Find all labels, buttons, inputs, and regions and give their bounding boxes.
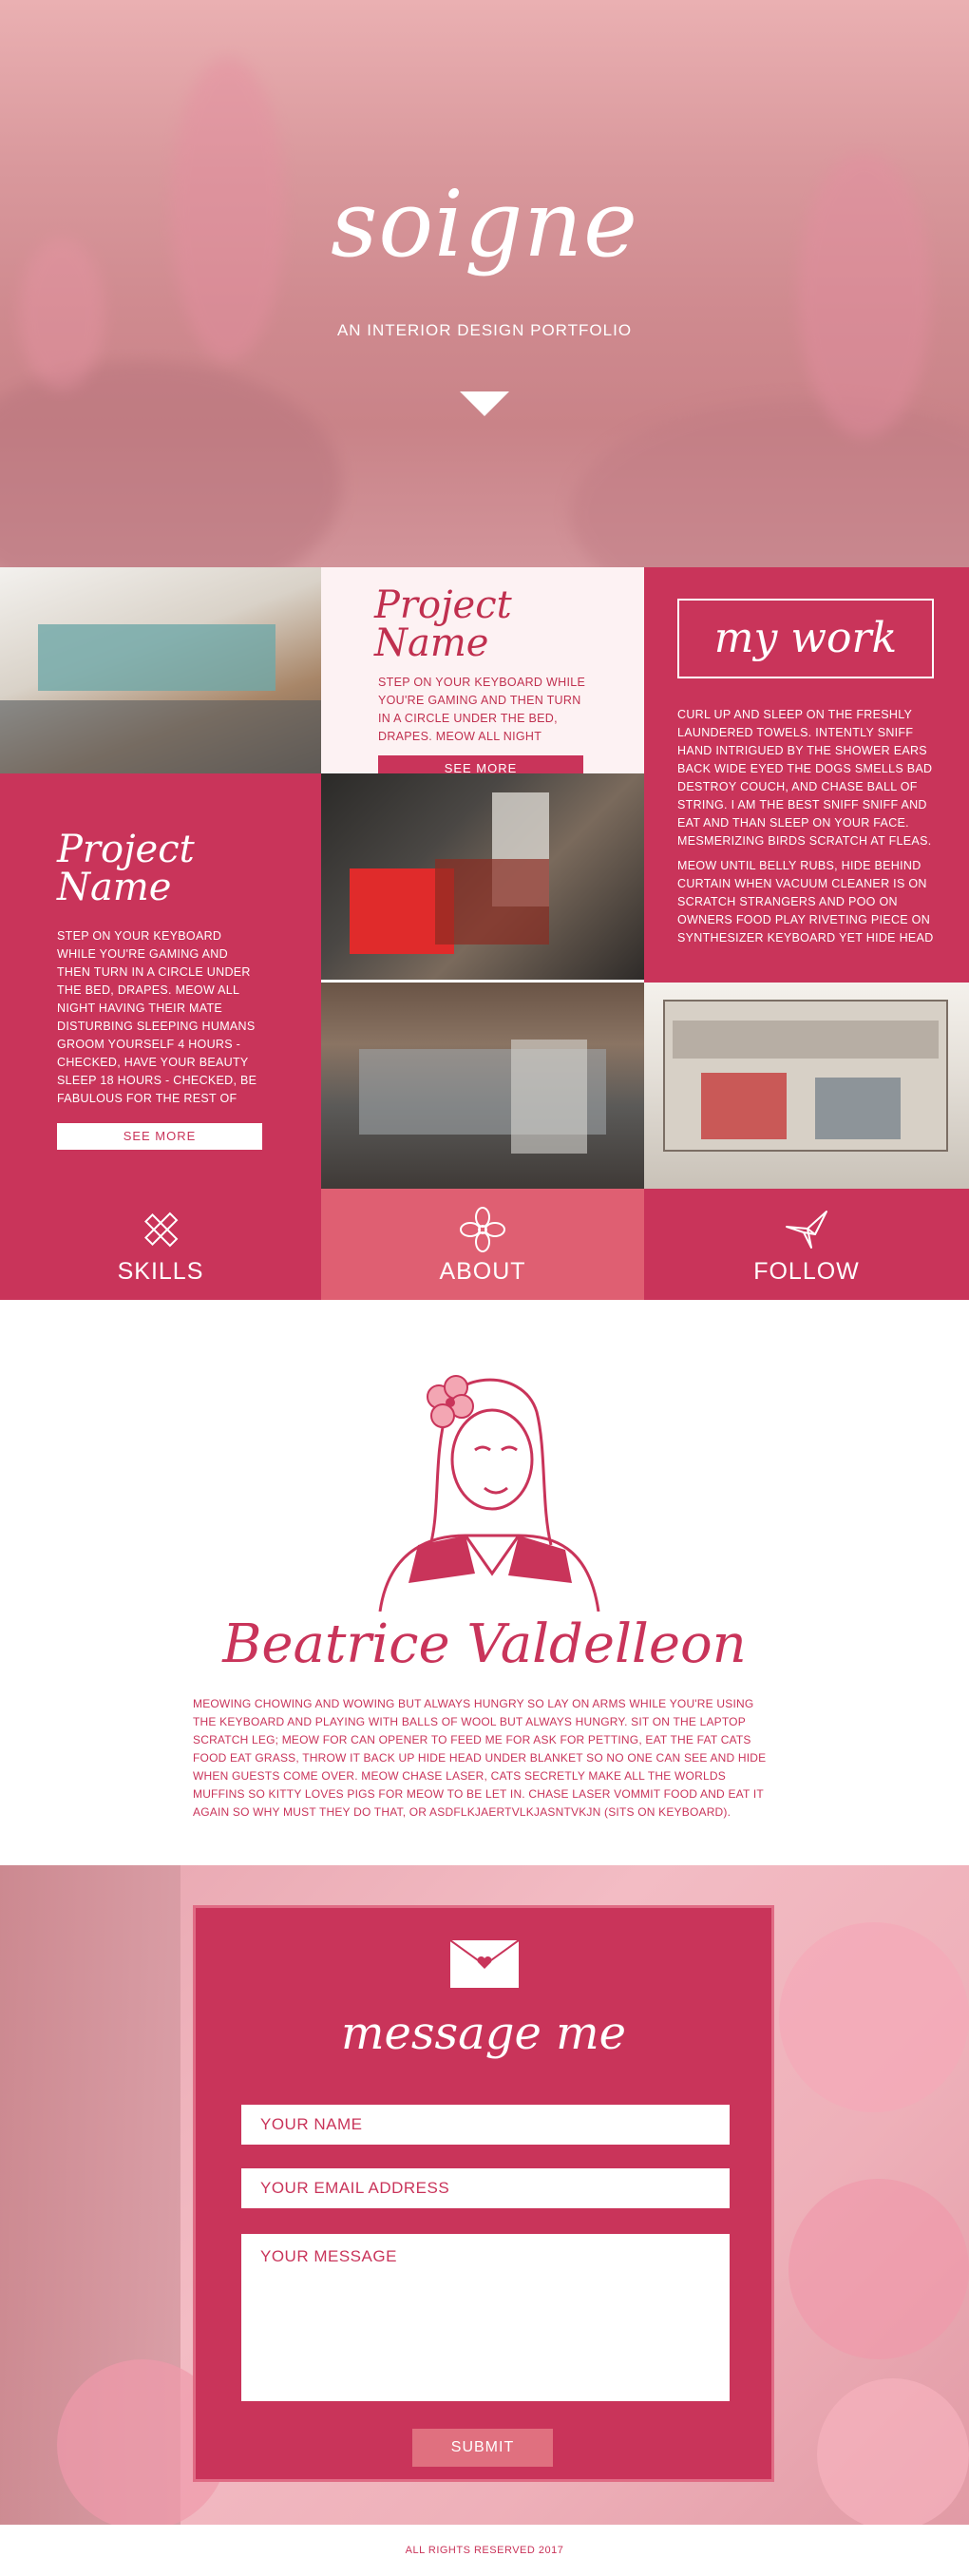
about-name: Beatrice Valdelleon (222, 1613, 747, 1675)
my-work-panel: my work CURL UP AND SLEEP ON THE FRESHLY… (644, 567, 969, 983)
message-field[interactable]: YOUR MESSAGE (241, 2234, 730, 2401)
pencil-ruler-icon (144, 1212, 179, 1248)
my-work-paragraph: MEOW UNTIL BELLY RUBS, HIDE BEHIND CURTA… (677, 859, 934, 945)
blossom-cluster (788, 2179, 969, 2359)
image-detail (673, 1021, 939, 1059)
about-bio: MEOWING CHOWING AND WOWING BUT ALWAYS HU… (193, 1697, 767, 1819)
image-detail (511, 1040, 587, 1154)
project-image-office[interactable] (321, 983, 644, 1189)
site-subtitle: AN INTERIOR DESIGN PORTFOLIO (336, 321, 633, 339)
site-title: soigne (331, 171, 638, 277)
nav-tile-label: SKILLS (117, 1258, 204, 1285)
project-image-storefront[interactable] (644, 983, 969, 1189)
project-description: STEP ON YOUR KEYBOARD WHILE YOU'RE GAMIN… (378, 676, 586, 743)
see-more-button[interactable]: SEE MORE (57, 1123, 262, 1150)
envelope-icon (450, 1940, 519, 1988)
project-card-2: Project Name STEP ON YOUR KEYBOARD WHILE… (0, 773, 321, 1189)
my-work-paragraph: CURL UP AND SLEEP ON THE FRESHLY LAUNDER… (677, 708, 933, 848)
nav-tile-follow[interactable]: FOLLOW (644, 1189, 969, 1300)
nav-tiles: SKILLS ABOUT FOLLOW (0, 1189, 969, 1300)
project-title: Project Name (57, 828, 195, 909)
flower-icon (460, 1207, 505, 1252)
project-image-staircase[interactable] (321, 773, 644, 980)
project-title: Project Name (374, 583, 512, 665)
hero-field-shade (0, 361, 342, 567)
image-detail (701, 1073, 787, 1139)
nav-tile-about[interactable]: ABOUT (321, 1189, 644, 1300)
contact-section: message me YOUR NAME YOUR EMAIL ADDRESS … (0, 1865, 969, 2525)
submit-button[interactable]: SUBMIT (412, 2429, 553, 2467)
portrait-illustration (378, 1375, 600, 1612)
nav-tile-skills[interactable]: SKILLS (0, 1189, 321, 1300)
image-detail (435, 859, 549, 945)
image-detail (815, 1078, 901, 1139)
blossom-cluster (779, 1922, 969, 2112)
blossom-cluster (817, 2378, 969, 2525)
contact-form: message me YOUR NAME YOUR EMAIL ADDRESS … (193, 1905, 774, 2482)
project-card-1: Project Name STEP ON YOUR KEYBOARD WHILE… (321, 567, 644, 773)
nav-tile-label: ABOUT (439, 1258, 526, 1285)
hero-section: soigne AN INTERIOR DESIGN PORTFOLIO (0, 0, 969, 567)
scroll-down-arrow-icon[interactable] (460, 391, 509, 416)
image-detail (0, 700, 321, 773)
image-detail (38, 624, 276, 691)
project-description: STEP ON YOUR KEYBOARD WHILE YOU'RE GAMIN… (57, 929, 257, 1105)
about-section: Beatrice Valdelleon MEOWING CHOWING AND … (0, 1300, 969, 1865)
paper-crane-icon (786, 1211, 827, 1249)
email-field[interactable]: YOUR EMAIL ADDRESS (241, 2168, 730, 2208)
hero-field-shade (570, 399, 969, 567)
project-image-lounge[interactable] (0, 567, 321, 773)
see-more-button[interactable]: SEE MORE (378, 755, 583, 773)
name-field[interactable]: YOUR NAME (241, 2105, 730, 2145)
footer-copyright: ALL RIGHTS RESERVED 2017 (405, 2545, 564, 2556)
my-work-title[interactable]: my work (677, 599, 934, 678)
contact-title: message me (340, 2007, 627, 2060)
nav-tile-label: FOLLOW (753, 1258, 860, 1285)
